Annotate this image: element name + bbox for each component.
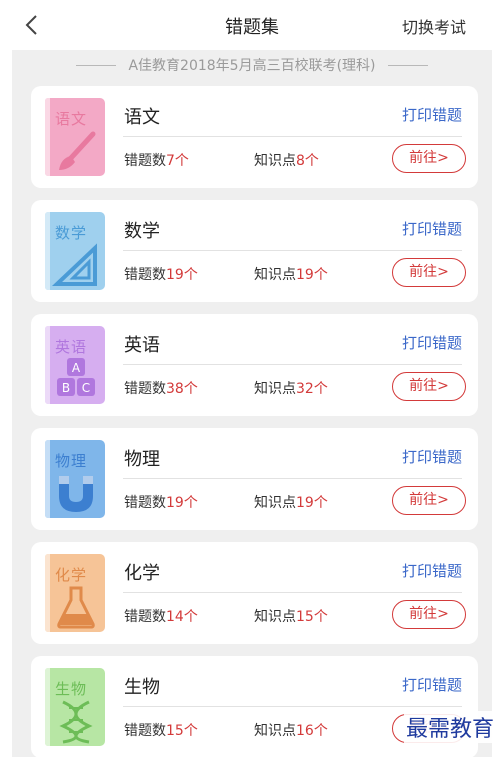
wrong-count: 错题数19个 (124, 495, 198, 511)
svg-text:C: C (82, 381, 90, 395)
subject-name: 英语 (124, 335, 160, 356)
subject-name: 生物 (124, 677, 160, 698)
wrong-count: 错题数19个 (124, 267, 198, 283)
math-book-cover: 数学 (45, 212, 105, 290)
goto-button[interactable]: 前往> (392, 600, 466, 629)
knowledge-count: 知识点16个 (254, 723, 328, 739)
triangle-ruler-icon (51, 243, 97, 286)
wrong-count: 错题数38个 (124, 381, 198, 397)
knowledge-count: 知识点32个 (254, 381, 328, 397)
print-wrong-button[interactable]: 打印错题 (402, 218, 462, 239)
goto-button[interactable]: 前往> (392, 258, 466, 287)
print-wrong-button[interactable]: 打印错题 (402, 674, 462, 695)
abc-blocks-icon: A B C (57, 358, 95, 396)
paintbrush-icon (59, 131, 96, 170)
dna-icon (59, 700, 93, 744)
goto-button[interactable]: 前往> (392, 372, 466, 401)
knowledge-count: 知识点19个 (254, 495, 328, 511)
print-wrong-button[interactable]: 打印错题 (402, 560, 462, 581)
switch-exam-button[interactable]: 切换考试 (402, 14, 466, 38)
knowledge-count: 知识点15个 (254, 609, 328, 625)
subject-card-english[interactable]: 英语 A B C 英语 打印错题 错题数38个 知识点32个 前往> (31, 314, 478, 416)
wrong-count: 错题数7个 (124, 153, 189, 169)
book-title: 数学 (55, 224, 88, 242)
svg-text:B: B (62, 381, 70, 395)
card-divider (123, 250, 462, 251)
subject-card-chinese[interactable]: 语文 语文 打印错题 错题数7个 知识点8个 前往> (31, 86, 478, 188)
book-title: 生物 (55, 680, 88, 698)
top-bar: 错题集 切换考试 (0, 0, 504, 50)
card-divider (123, 478, 462, 479)
wrong-count: 错题数14个 (124, 609, 198, 625)
magnet-icon (59, 476, 93, 512)
english-book-cover: 英语 A B C (45, 326, 105, 404)
book-title: 语文 (55, 110, 88, 128)
subject-name: 数学 (124, 221, 160, 242)
print-wrong-button[interactable]: 打印错题 (402, 332, 462, 353)
card-divider (123, 706, 462, 707)
card-divider (123, 136, 462, 137)
subject-card-physics[interactable]: 物理 物理 打印错题 错题数19个 知识点19个 前往> (31, 428, 478, 530)
knowledge-count: 知识点8个 (254, 153, 319, 169)
physics-book-cover: 物理 (45, 440, 105, 518)
book-title: 物理 (55, 452, 88, 470)
subject-name: 化学 (124, 563, 160, 584)
book-title: 英语 (55, 338, 88, 356)
biology-book-cover: 生物 (45, 668, 105, 746)
goto-button[interactable]: 前往> (392, 486, 466, 515)
book-title: 化学 (55, 566, 88, 584)
subject-card-chemistry[interactable]: 化学 化学 打印错题 错题数14个 知识点15个 前往> (31, 542, 478, 644)
chinese-book-cover: 语文 (45, 98, 105, 176)
wrong-count: 错题数15个 (124, 723, 198, 739)
goto-button[interactable]: 前往> (392, 144, 466, 173)
print-wrong-button[interactable]: 打印错题 (402, 104, 462, 125)
chemistry-book-cover: 化学 (45, 554, 105, 632)
card-divider (123, 364, 462, 365)
exam-title: A佳教育2018年5月高三百校联考(理科) (128, 58, 376, 74)
exam-header: A佳教育2018年5月高三百校联考(理科) (12, 54, 492, 76)
divider-right (387, 64, 428, 66)
watermark-text: 最需教育 (403, 711, 496, 743)
subject-name: 物理 (124, 449, 160, 470)
knowledge-count: 知识点19个 (254, 267, 328, 283)
svg-text:A: A (72, 361, 81, 375)
subject-name: 语文 (124, 107, 160, 128)
content-area: A佳教育2018年5月高三百校联考(理科) 语文 语文 打印错题 错题数7个 知… (12, 50, 492, 757)
print-wrong-button[interactable]: 打印错题 (402, 446, 462, 467)
divider-left (76, 64, 117, 66)
subject-card-math[interactable]: 数学 数学 打印错题 错题数19个 知识点19个 前往> (31, 200, 478, 302)
card-divider (123, 592, 462, 593)
flask-icon (57, 586, 95, 629)
